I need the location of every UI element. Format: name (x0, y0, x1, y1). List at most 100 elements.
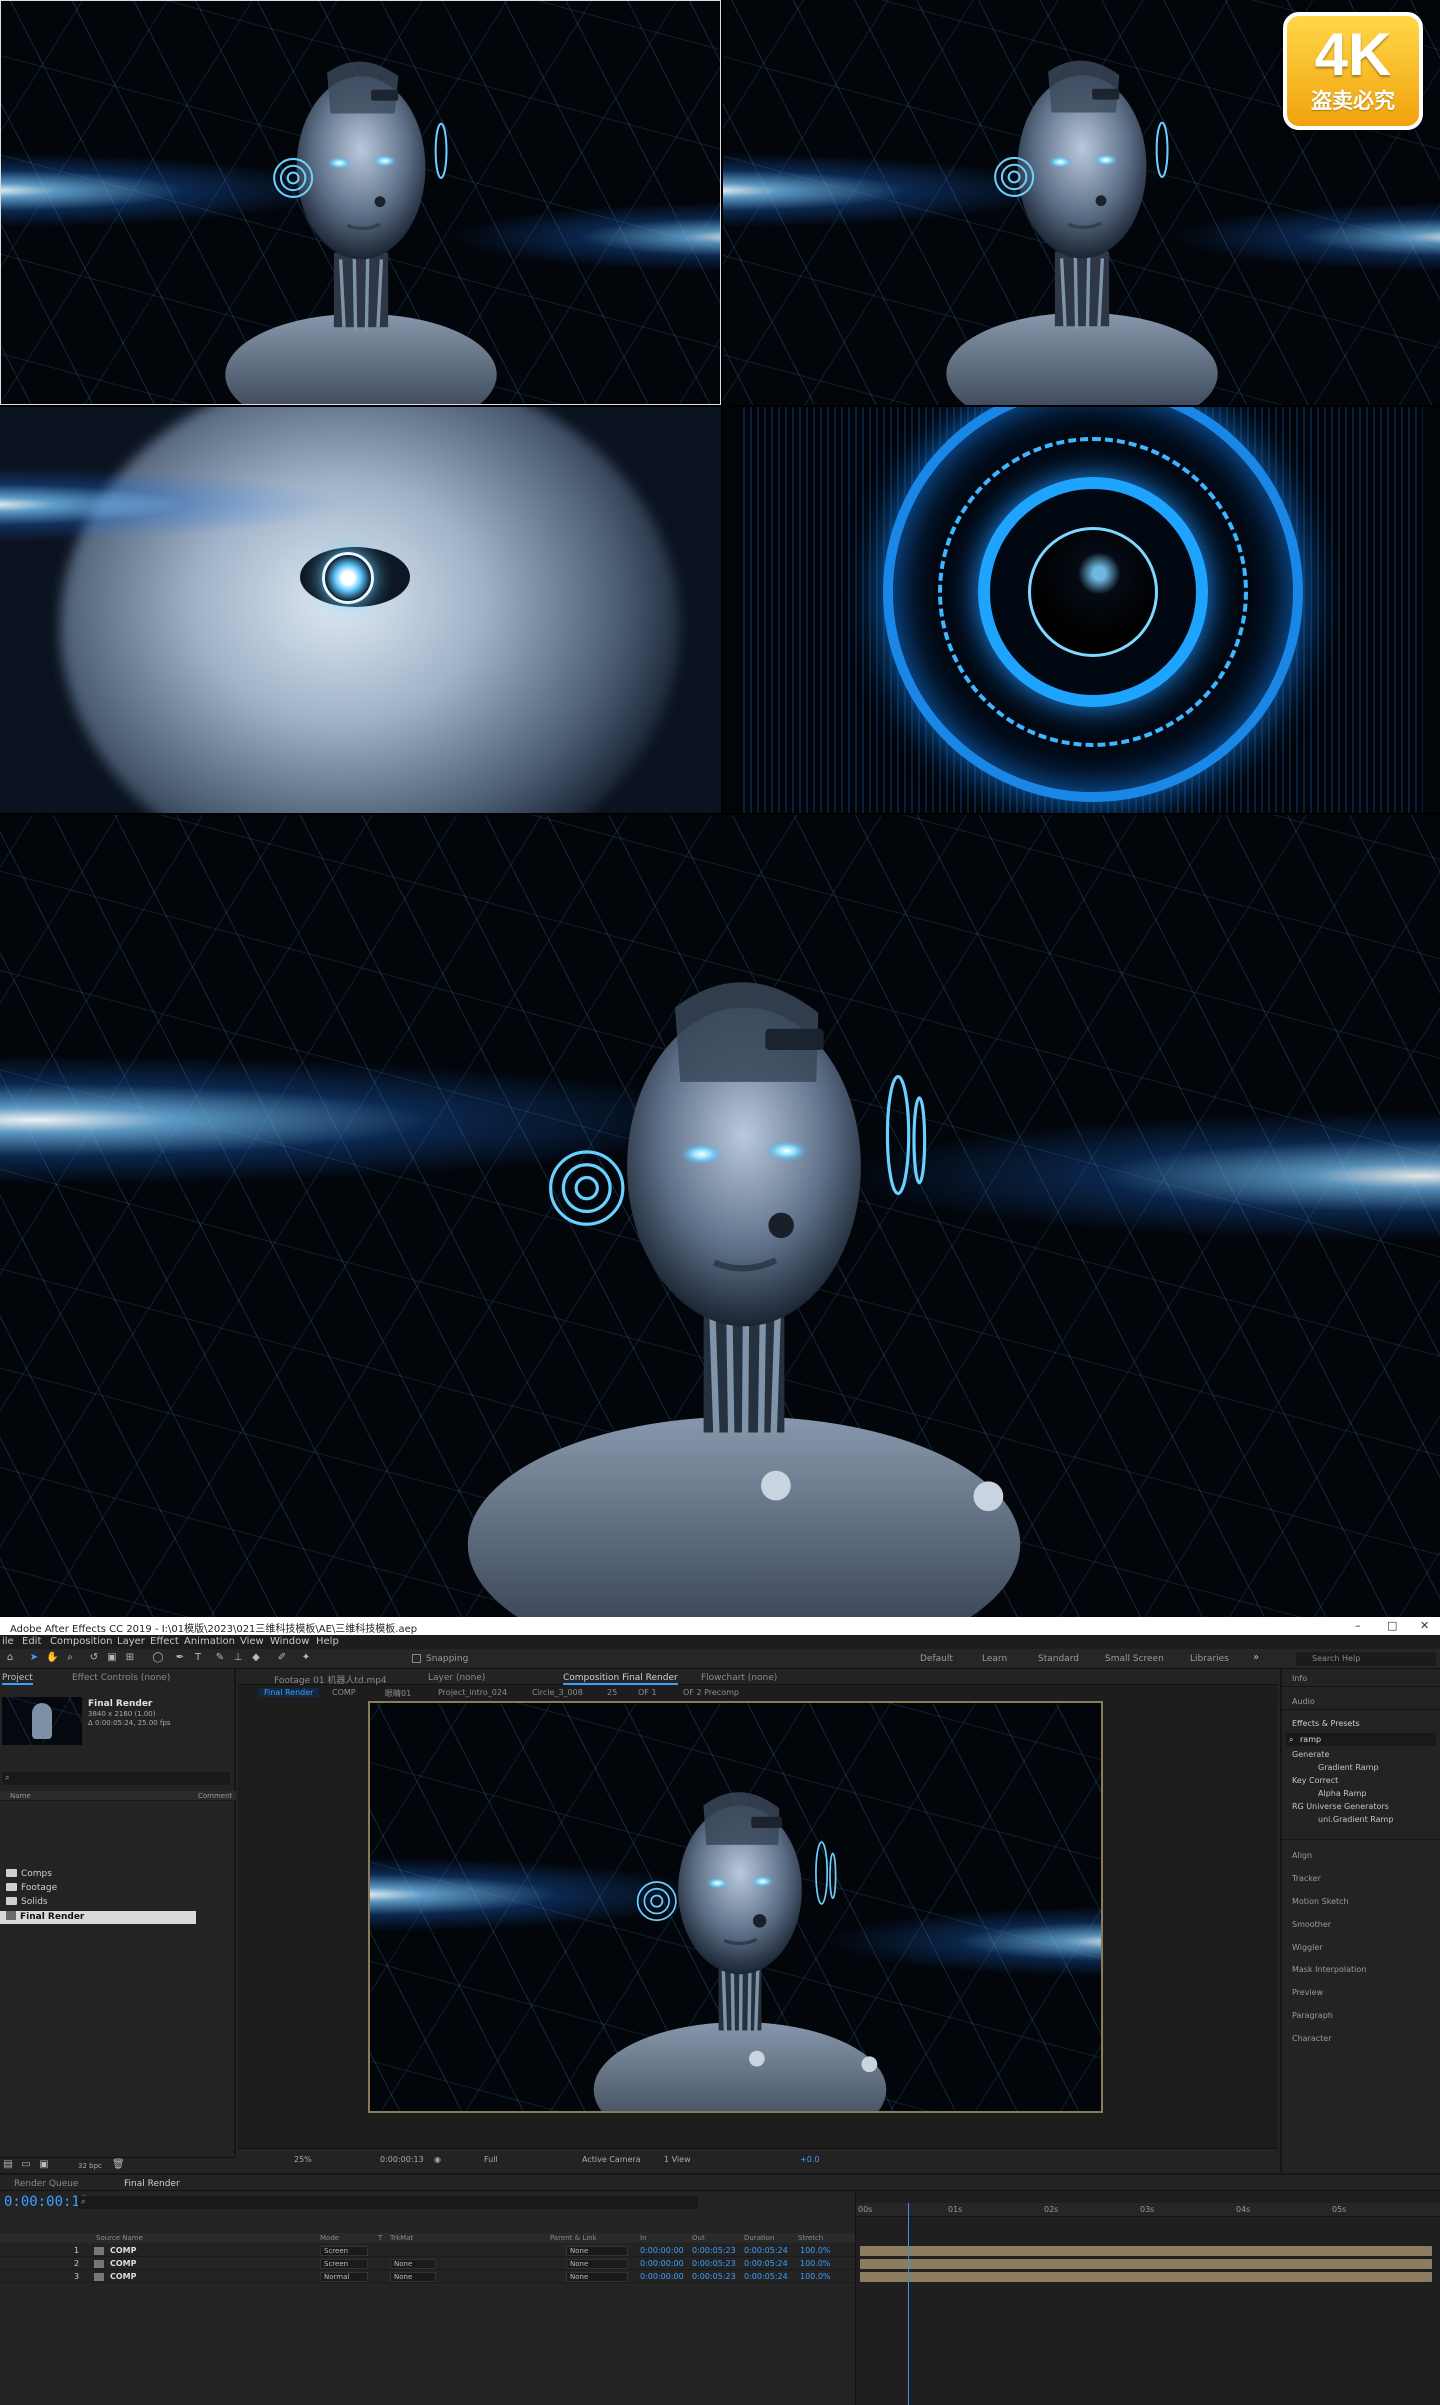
layer-duration-bar[interactable] (860, 2259, 1432, 2269)
resolution-dropdown[interactable]: Full (484, 2155, 498, 2164)
col-name[interactable]: Name (10, 1792, 31, 1800)
menu-help[interactable]: Help (316, 1636, 339, 1647)
project-search-input[interactable]: ⌕ (2, 1772, 230, 1785)
crumb-final-render[interactable]: Final Render (258, 1688, 320, 1697)
workspace-libraries[interactable]: Libraries (1190, 1654, 1229, 1664)
camera-tool-icon[interactable]: ▣ (106, 1652, 118, 1664)
layer-parent-dropdown[interactable]: None (566, 2246, 628, 2256)
crumb-of2-precomp[interactable]: OF 2 Precomp (683, 1688, 739, 1697)
new-folder-icon[interactable]: ▭ (20, 2159, 32, 2171)
menu-composition[interactable]: Composition (50, 1636, 112, 1647)
tree-generate[interactable]: Generate (1292, 1750, 1329, 1759)
tree-gradient-ramp[interactable]: Gradient Ramp (1318, 1763, 1379, 1772)
smoother-panel-tab[interactable]: Smoother (1292, 1920, 1331, 1929)
home-icon[interactable]: ⌂ (4, 1652, 16, 1664)
effects-search-input[interactable]: ⌕ ramp (1286, 1733, 1436, 1746)
timeline-timecode[interactable]: 0:00:00:13 (4, 2194, 88, 2210)
trash-icon[interactable]: 🗑 (112, 2159, 125, 2171)
layer-mode-dropdown[interactable]: Screen (320, 2246, 368, 2256)
menu-edit[interactable]: Edit (22, 1636, 41, 1647)
layer-stretch[interactable]: 100.0% (800, 2272, 831, 2281)
minimize-button[interactable]: – (1355, 1619, 1361, 1632)
preview-panel-tab[interactable]: Preview (1292, 1988, 1323, 1997)
audio-panel-tab[interactable]: Audio (1292, 1697, 1315, 1706)
workspace-default[interactable]: Default (920, 1654, 953, 1664)
col-parent[interactable]: Parent & Link (550, 2234, 597, 2242)
close-button[interactable]: ✕ (1420, 1619, 1429, 1632)
type-tool-icon[interactable]: T (192, 1652, 204, 1664)
tree-uni-gradient-ramp[interactable]: uni.Gradient Ramp (1318, 1815, 1393, 1824)
col-stretch[interactable]: Stretch (798, 2234, 823, 2242)
project-item-solids[interactable]: Solids (6, 1897, 48, 1907)
layer-parent-dropdown[interactable]: None (566, 2259, 628, 2269)
workspace-small-screen[interactable]: Small Screen (1105, 1654, 1164, 1664)
layer-row[interactable]: 2 COMP Screen None None 0:00:00:00 0:00:… (0, 2258, 855, 2270)
tracker-panel-tab[interactable]: Tracker (1292, 1874, 1321, 1883)
menu-window[interactable]: Window (270, 1636, 309, 1647)
search-help-input[interactable]: Search Help (1296, 1652, 1436, 1666)
layer-duration-bar[interactable] (860, 2272, 1432, 2282)
layer-in[interactable]: 0:00:00:00 (640, 2246, 684, 2255)
workspace-learn[interactable]: Learn (982, 1654, 1007, 1664)
layer-in[interactable]: 0:00:00:00 (640, 2272, 684, 2281)
layer-trkmat-dropdown[interactable]: None (390, 2259, 436, 2269)
tab-final-render[interactable]: Final Render (124, 2179, 180, 2189)
layer-duration[interactable]: 0:00:05:24 (744, 2272, 788, 2281)
layer-parent-dropdown[interactable]: None (566, 2272, 628, 2282)
exposure-value[interactable]: +0.0 (800, 2155, 819, 2164)
puppet-tool-icon[interactable]: ✦ (300, 1652, 312, 1664)
col-out[interactable]: Out (692, 2234, 705, 2242)
playhead[interactable] (908, 2203, 909, 2405)
layer-in[interactable]: 0:00:00:00 (640, 2259, 684, 2268)
tab-project[interactable]: Project (2, 1673, 33, 1685)
mask-interpolation-panel-tab[interactable]: Mask Interpolation (1292, 1965, 1366, 1974)
snapping-checkbox[interactable] (412, 1654, 421, 1663)
bpc-label[interactable]: 32 bpc (78, 2162, 102, 2170)
selection-tool-icon[interactable]: ➤ (28, 1652, 40, 1664)
magnification-dropdown[interactable]: 25% (294, 2155, 312, 2164)
wiggler-panel-tab[interactable]: Wiggler (1292, 1943, 1323, 1952)
paragraph-panel-tab[interactable]: Paragraph (1292, 2011, 1333, 2020)
tab-flowchart[interactable]: Flowchart (none) (701, 1673, 777, 1683)
snapshot-icon[interactable]: ◉ (434, 2155, 441, 2164)
layer-duration-bar[interactable] (860, 2246, 1432, 2256)
crumb-circle[interactable]: Circle_3_008 (532, 1688, 583, 1697)
menu-file[interactable]: ile (2, 1636, 14, 1647)
more-workspaces-icon[interactable]: » (1250, 1652, 1262, 1664)
layer-search-input[interactable]: ⌕ (78, 2196, 698, 2209)
layer-row[interactable]: 3 COMP Normal None None 0:00:00:00 0:00:… (0, 2271, 855, 2283)
crumb-of1[interactable]: OF 1 (638, 1688, 657, 1697)
tab-render-queue[interactable]: Render Queue (14, 2179, 78, 2189)
tab-composition[interactable]: Composition Final Render (563, 1673, 678, 1685)
tab-effect-controls[interactable]: Effect Controls (none) (72, 1673, 170, 1683)
col-duration[interactable]: Duration (744, 2234, 774, 2242)
composition-viewer[interactable] (238, 1701, 1278, 2148)
col-comment[interactable]: Comment (198, 1792, 232, 1800)
effects-presets-tab[interactable]: Effects & Presets (1292, 1719, 1360, 1728)
view-layout-dropdown[interactable]: 1 View (664, 2155, 691, 2164)
crumb-eye[interactable]: 眼睛01 (385, 1688, 411, 1699)
motion-sketch-panel-tab[interactable]: Motion Sketch (1292, 1897, 1349, 1906)
layer-mode-dropdown[interactable]: Normal (320, 2272, 368, 2282)
brush-tool-icon[interactable]: ✎ (214, 1652, 226, 1664)
layer-stretch[interactable]: 100.0% (800, 2259, 831, 2268)
project-item-footage[interactable]: Footage (6, 1883, 57, 1893)
layer-trkmat-dropdown[interactable]: None (390, 2272, 436, 2282)
hand-tool-icon[interactable]: ✋ (46, 1652, 58, 1664)
info-panel-tab[interactable]: Info (1292, 1674, 1307, 1683)
layer-duration[interactable]: 0:00:05:24 (744, 2246, 788, 2255)
eraser-tool-icon[interactable]: ◆ (250, 1652, 262, 1664)
col-source-name[interactable]: Source Name (96, 2234, 143, 2242)
project-item-comps[interactable]: Comps (6, 1869, 52, 1879)
new-composition-icon[interactable]: ▣ (38, 2159, 50, 2171)
col-in[interactable]: In (640, 2234, 647, 2242)
tree-rg-universe[interactable]: RG Universe Generators (1292, 1802, 1389, 1811)
layer-duration[interactable]: 0:00:05:24 (744, 2259, 788, 2268)
project-item-final-render[interactable]: Final Render (6, 1911, 84, 1922)
roto-brush-icon[interactable]: ✐ (276, 1652, 288, 1664)
col-t[interactable]: T (378, 2234, 382, 2242)
crumb-project-intro[interactable]: Project_intro_024 (438, 1688, 507, 1697)
menu-layer[interactable]: Layer (117, 1636, 145, 1647)
menu-view[interactable]: View (240, 1636, 264, 1647)
col-mode[interactable]: Mode (320, 2234, 339, 2242)
